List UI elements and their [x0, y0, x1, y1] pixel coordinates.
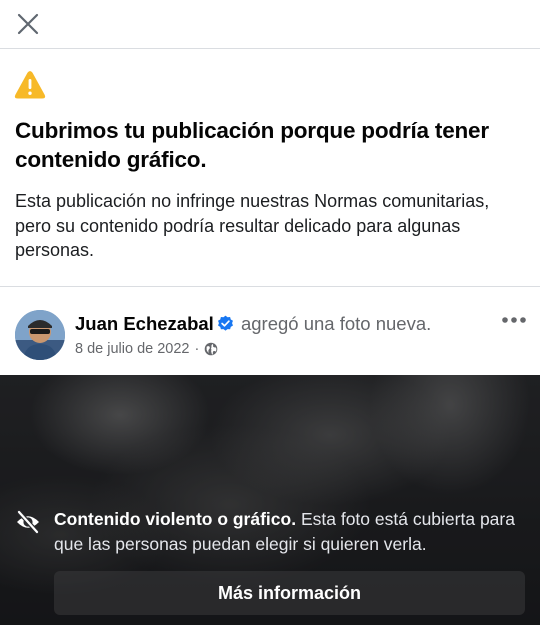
close-button[interactable] [10, 6, 46, 42]
meta-separator: · [194, 341, 200, 357]
post-meta: 8 de julio de 2022 · [75, 340, 218, 358]
sensitive-content-warning: Cubrimos tu publicación porque podría te… [0, 50, 540, 287]
post-action-text: agregó una foto nueva. [240, 313, 432, 334]
warning-title: Cubrimos tu publicación porque podría te… [15, 118, 489, 172]
post-header: Juan Echezabal agregó una foto nueva. 8 … [0, 288, 540, 374]
eye-off-icon [16, 509, 40, 535]
verified-badge-icon [217, 315, 233, 331]
more-options-icon [502, 317, 526, 323]
notice-title: Contenido violento o gráfico. [54, 509, 297, 529]
author-name[interactable]: Juan Echezabal [75, 313, 214, 334]
avatar[interactable] [15, 310, 65, 360]
close-icon [17, 13, 39, 35]
warning-body: Esta publicación no infringe nuestras No… [15, 191, 490, 260]
top-bar [0, 0, 540, 49]
more-info-button[interactable]: Más información [54, 571, 525, 615]
warning-triangle-icon [14, 71, 46, 99]
globe-icon[interactable] [204, 342, 218, 356]
covered-photo[interactable]: Contenido violento o gráfico. Esta foto … [0, 375, 540, 625]
post-more-options-button[interactable] [496, 308, 532, 332]
notice-text: Contenido violento o gráfico. Esta foto … [54, 507, 524, 557]
post-date[interactable]: 8 de julio de 2022 [75, 340, 190, 358]
post-author-line: Juan Echezabal agregó una foto nueva. [75, 312, 431, 336]
